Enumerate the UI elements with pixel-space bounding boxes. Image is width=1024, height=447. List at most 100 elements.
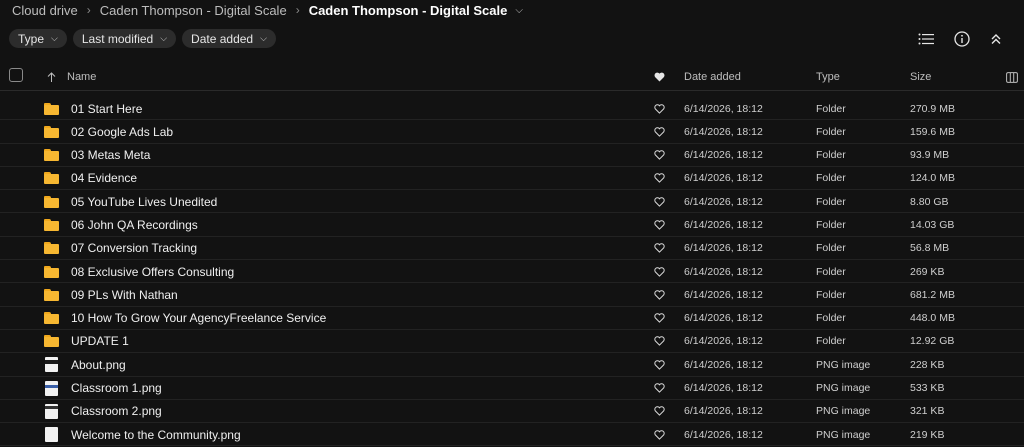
file-row[interactable]: 09 PLs With Nathan 6/14/2026, 18:12 Fold…	[0, 283, 1024, 307]
date-added-value: 6/14/2026, 18:12	[684, 242, 763, 255]
heart-outline-icon[interactable]	[653, 353, 665, 376]
folder-icon	[43, 237, 60, 260]
info-icon[interactable]	[950, 29, 974, 49]
folder-icon	[43, 283, 60, 306]
heart-outline-icon[interactable]	[653, 423, 665, 446]
image-file-icon	[43, 353, 60, 376]
file-row[interactable]: 06 John QA Recordings 6/14/2026, 18:12 F…	[0, 213, 1024, 237]
heart-outline-icon[interactable]	[653, 260, 665, 283]
heart-outline-icon[interactable]	[653, 190, 665, 213]
type-value: PNG image	[816, 405, 871, 418]
folder-icon	[43, 120, 60, 143]
heart-outline-icon[interactable]	[653, 330, 665, 353]
type-value: Folder	[816, 102, 846, 115]
type-filter-button[interactable]: Type ⌵	[9, 29, 67, 48]
file-row[interactable]: UPDATE 1 6/14/2026, 18:12 Folder 12.92 G…	[0, 330, 1024, 354]
chevron-right-icon: ›	[86, 3, 91, 17]
breadcrumb-parent-folder[interactable]: Caden Thompson - Digital Scale	[100, 3, 287, 18]
file-row[interactable]: 03 Metas Meta 6/14/2026, 18:12 Folder 93…	[0, 144, 1024, 167]
column-header-date-added[interactable]: Date added	[684, 64, 741, 90]
image-file-icon	[43, 377, 60, 400]
size-value: 681.2 MB	[910, 288, 955, 301]
heart-outline-icon[interactable]	[653, 283, 665, 306]
file-row[interactable]: 08 Exclusive Offers Consulting 6/14/2026…	[0, 260, 1024, 284]
type-value: Folder	[816, 242, 846, 255]
date-added-filter-button[interactable]: Date added ⌵	[182, 29, 276, 48]
file-name: 09 PLs With Nathan	[71, 287, 178, 302]
folder-icon	[43, 330, 60, 353]
file-row[interactable]: 10 How To Grow Your AgencyFreelance Serv…	[0, 307, 1024, 330]
chevron-right-icon: ›	[295, 3, 300, 17]
type-value: Folder	[816, 288, 846, 301]
heart-outline-icon[interactable]	[653, 97, 665, 120]
columns-settings-icon[interactable]	[1006, 64, 1018, 90]
heart-outline-icon[interactable]	[653, 400, 665, 423]
heart-outline-icon[interactable]	[653, 213, 665, 236]
type-filter-label: Type	[18, 31, 45, 46]
folder-icon	[43, 97, 60, 120]
file-row[interactable]: 07 Conversion Tracking 6/14/2026, 18:12 …	[0, 237, 1024, 261]
file-list: 01 Start Here 6/14/2026, 18:12 Folder 27…	[0, 97, 1024, 447]
folder-icon	[43, 213, 60, 236]
file-row[interactable]: Classroom 1.png 6/14/2026, 18:12 PNG ima…	[0, 377, 1024, 400]
breadcrumb: Cloud drive › Caden Thompson - Digital S…	[12, 0, 523, 20]
file-row[interactable]: 02 Google Ads Lab 6/14/2026, 18:12 Folde…	[0, 120, 1024, 144]
collapse-up-icon[interactable]	[984, 29, 1008, 49]
type-value: Folder	[816, 265, 846, 278]
file-name: 02 Google Ads Lab	[71, 124, 174, 139]
size-value: 270.9 MB	[910, 102, 955, 115]
heart-outline-icon[interactable]	[653, 167, 665, 190]
file-name: 05 YouTube Lives Unedited	[71, 194, 218, 209]
favourite-column-heart-icon[interactable]	[654, 64, 665, 90]
heart-outline-icon[interactable]	[653, 237, 665, 260]
column-header-size[interactable]: Size	[910, 64, 931, 90]
sort-arrow-up-icon[interactable]	[47, 64, 56, 90]
file-row[interactable]: Classroom 2.png 6/14/2026, 18:12 PNG ima…	[0, 400, 1024, 424]
file-name: 07 Conversion Tracking	[71, 241, 198, 256]
view-actions	[914, 29, 1024, 49]
select-all-checkbox[interactable]	[9, 68, 23, 82]
breadcrumb-cloud-drive[interactable]: Cloud drive	[12, 3, 78, 18]
type-value: PNG image	[816, 382, 871, 395]
date-added-value: 6/14/2026, 18:12	[684, 335, 763, 348]
heart-outline-icon[interactable]	[653, 377, 665, 400]
date-added-value: 6/14/2026, 18:12	[684, 218, 763, 231]
image-file-icon	[43, 423, 60, 446]
file-row[interactable]: 01 Start Here 6/14/2026, 18:12 Folder 27…	[0, 97, 1024, 121]
heart-outline-icon[interactable]	[653, 307, 665, 330]
date-added-value: 6/14/2026, 18:12	[684, 312, 763, 325]
folder-icon	[43, 167, 60, 190]
size-value: 93.9 MB	[910, 149, 950, 162]
column-header-name[interactable]: Name	[67, 64, 96, 90]
file-name: Classroom 1.png	[71, 381, 162, 396]
breadcrumb-current-folder[interactable]: Caden Thompson - Digital Scale	[309, 3, 508, 18]
list-view-icon[interactable]	[914, 29, 938, 49]
file-name: 08 Exclusive Offers Consulting	[71, 264, 235, 279]
last-modified-filter-label: Last modified	[81, 31, 154, 46]
file-name: 01 Start Here	[71, 101, 143, 116]
type-value: Folder	[816, 125, 846, 138]
heart-outline-icon[interactable]	[653, 120, 665, 143]
image-file-icon	[43, 400, 60, 423]
file-name: UPDATE 1	[71, 334, 129, 349]
last-modified-filter-button[interactable]: Last modified ⌵	[72, 29, 177, 48]
chevron-down-icon[interactable]: ⌵	[515, 5, 523, 16]
chevron-down-icon: ⌵	[51, 33, 58, 43]
column-header-type[interactable]: Type	[816, 64, 840, 90]
file-name: About.png	[71, 357, 126, 372]
type-value: PNG image	[816, 358, 871, 371]
folder-icon	[43, 190, 60, 213]
file-name: 10 How To Grow Your AgencyFreelance Serv…	[71, 311, 327, 326]
heart-outline-icon[interactable]	[653, 144, 665, 167]
date-added-value: 6/14/2026, 18:12	[684, 405, 763, 418]
file-row[interactable]: 04 Evidence 6/14/2026, 18:12 Folder 124.…	[0, 167, 1024, 191]
folder-icon	[43, 144, 60, 167]
file-row[interactable]: 05 YouTube Lives Unedited 6/14/2026, 18:…	[0, 190, 1024, 214]
chevron-down-icon: ⌵	[160, 33, 168, 43]
date-added-value: 6/14/2026, 18:12	[684, 102, 763, 115]
file-row[interactable]: Welcome to the Community.png 6/14/2026, …	[0, 423, 1024, 447]
size-value: 269 KB	[910, 265, 945, 278]
file-row[interactable]: About.png 6/14/2026, 18:12 PNG image 228…	[0, 353, 1024, 377]
size-value: 448.0 MB	[910, 312, 955, 325]
size-value: 56.8 MB	[910, 242, 950, 255]
